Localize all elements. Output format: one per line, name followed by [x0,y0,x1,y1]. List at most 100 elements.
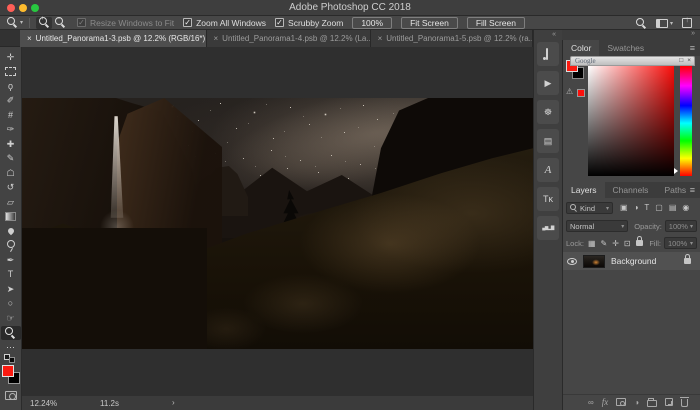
dodge-tool[interactable] [1,239,21,254]
layer-filter-dropdown[interactable]: Kind [566,202,613,214]
panel-tab[interactable]: Swatches [599,40,652,56]
blur-tool[interactable] [1,224,21,239]
filter-smart-objects-icon[interactable]: ▤ [669,204,677,212]
google-floating-window[interactable]: Google □ × [570,56,695,66]
tool-preset-picker[interactable]: ▾ [7,17,23,28]
panel-tab[interactable]: Layers [563,182,605,198]
panel-tab[interactable]: Paths [656,182,694,198]
close-tab-icon[interactable]: × [27,34,32,43]
tab-label: Untitled_Panorama1-3.psb @ 12.2% (RGB/16… [36,34,207,43]
new-adjustment-layer-icon[interactable]: ◑ [634,398,639,407]
histogram-panel-icon[interactable]: ▄▆▂▇ [537,216,559,240]
panel-tab[interactable]: Channels [605,182,657,198]
share-icon[interactable] [682,18,692,28]
gradient-tool[interactable] [1,210,21,225]
link-layers-icon[interactable]: ∞ [588,398,594,407]
layer-thumbnail[interactable] [583,255,605,268]
crop-tool[interactable]: # [1,108,21,123]
add-layer-mask-icon[interactable] [616,398,626,406]
color-well-cluster [0,352,22,410]
zoom-all-windows-checkbox[interactable]: Zoom All Windows [183,18,266,28]
close-tab-icon[interactable]: × [378,34,383,43]
zoom-in-button[interactable]: + [36,17,52,29]
document-tab[interactable]: × Untitled_Panorama1-3.psb @ 12.2% (RGB/… [20,30,207,47]
foreground-color-swatch[interactable] [2,365,14,377]
filter-pixel-layers-icon[interactable]: ▣ [620,204,628,212]
zoom-tool[interactable] [1,326,21,341]
filter-adjustment-layers-icon[interactable]: ◑ [634,204,639,212]
layer-style-icon[interactable]: fx [602,397,609,407]
eraser-tool[interactable]: ▱ [1,195,21,210]
checkbox-icon [183,18,192,27]
opacity-dropdown[interactable]: 100% [665,220,697,232]
panel-menu-icon[interactable]: ≡ [690,43,695,53]
layer-row-background[interactable]: Background [563,252,700,270]
google-restore-icon[interactable]: □ [679,57,683,64]
new-layer-icon[interactable] [665,398,673,406]
fill-label: Fill: [649,239,661,248]
navigator-panel-icon[interactable]: ☸ [537,100,559,124]
gamut-color-chip[interactable] [577,89,585,97]
close-tab-icon[interactable]: × [214,34,219,43]
eyedropper-tool[interactable]: ✑ [1,123,21,138]
path-selection-tool[interactable]: ➤ [1,282,21,297]
fit-screen-button[interactable]: Fit Screen [401,17,458,29]
pen-tool[interactable]: ✒ [1,253,21,268]
panel-menu-icon[interactable]: ≡ [690,185,695,195]
chevron-down-icon: ▾ [670,20,673,27]
history-panel-icon[interactable] [537,42,559,66]
document-canvas-image[interactable] [22,98,533,349]
delete-layer-icon[interactable] [681,399,688,407]
blend-mode-dropdown[interactable]: Normal [566,220,628,232]
lock-artboard-icon[interactable]: ⊡ [624,239,631,248]
lasso-tool[interactable]: ϙ [1,79,21,94]
character-styles-panel-icon[interactable]: Tᴋ [537,187,559,211]
scrubby-zoom-checkbox[interactable]: Scrubby Zoom [275,18,343,28]
lock-all-icon[interactable] [636,240,643,246]
filter-shape-layers-icon[interactable]: ▢ [655,204,663,212]
divider [29,18,30,28]
quick-mask-icon[interactable] [5,391,17,400]
fill-screen-button[interactable]: Fill Screen [467,17,525,29]
chevron-down-icon: ▾ [20,19,23,26]
google-close-icon[interactable]: × [687,57,691,64]
gamut-warning-icon[interactable]: ⚠ [566,87,573,96]
zoom-100-button[interactable]: 100% [352,17,392,29]
document-tab[interactable]: × Untitled_Panorama1-4.psb @ 12.2% (La..… [207,30,371,47]
hue-slider[interactable] [680,66,692,176]
filter-pin-icon[interactable]: ◉ [682,204,689,212]
filter-type-layers-icon[interactable]: T [644,204,649,212]
glyphs-panel-icon[interactable]: A [537,158,559,182]
document-tab[interactable]: × Untitled_Panorama1-5.psb @ 12.2% (ra..… [371,30,533,47]
saturation-brightness-field[interactable] [588,66,674,176]
ellipse-tool[interactable]: ○ [1,297,21,312]
status-options-chevron[interactable]: › [172,398,175,407]
workspace-switcher[interactable]: ▾ [656,19,673,28]
clone-stamp-tool[interactable]: ☖ [1,166,21,181]
expand-panels-icon[interactable]: « [552,31,556,38]
zoom-out-button[interactable]: − [52,17,68,29]
rectangular-marquee-tool[interactable] [1,65,21,80]
hand-tool[interactable]: ☞ [1,311,21,326]
fill-dropdown[interactable]: 100% [664,237,697,249]
actions-panel-icon[interactable]: ▶ [537,71,559,95]
move-tool[interactable]: ✛ [1,50,21,65]
lock-position-icon[interactable]: ✛ [612,239,619,248]
default-colors-icon[interactable] [4,354,16,362]
type-tool[interactable]: T [1,268,21,283]
lock-image-icon[interactable]: ✎ [601,239,608,248]
new-group-icon[interactable] [647,400,657,407]
clone-source-panel-icon[interactable]: ▤ [537,129,559,153]
resize-windows-to-fit-checkbox[interactable]: Resize Windows to Fit [77,18,174,28]
spot-healing-brush-tool[interactable]: ✚ [1,137,21,152]
brush-tool[interactable]: ✎ [1,152,21,167]
zoom-percentage-field[interactable]: 12.24% [30,399,57,408]
status-bar: 12.24% 11.2s › [22,396,533,410]
history-brush-tool[interactable]: ↺ [1,181,21,196]
quick-selection-tool[interactable]: ✐ [1,94,21,109]
lock-transparency-icon[interactable]: ▦ [588,239,596,248]
panel-tab[interactable]: Color [563,40,599,56]
search-icon[interactable] [636,18,647,29]
layer-visibility-eye-icon[interactable] [567,258,577,265]
collapse-panels-icon[interactable]: » [691,30,695,37]
